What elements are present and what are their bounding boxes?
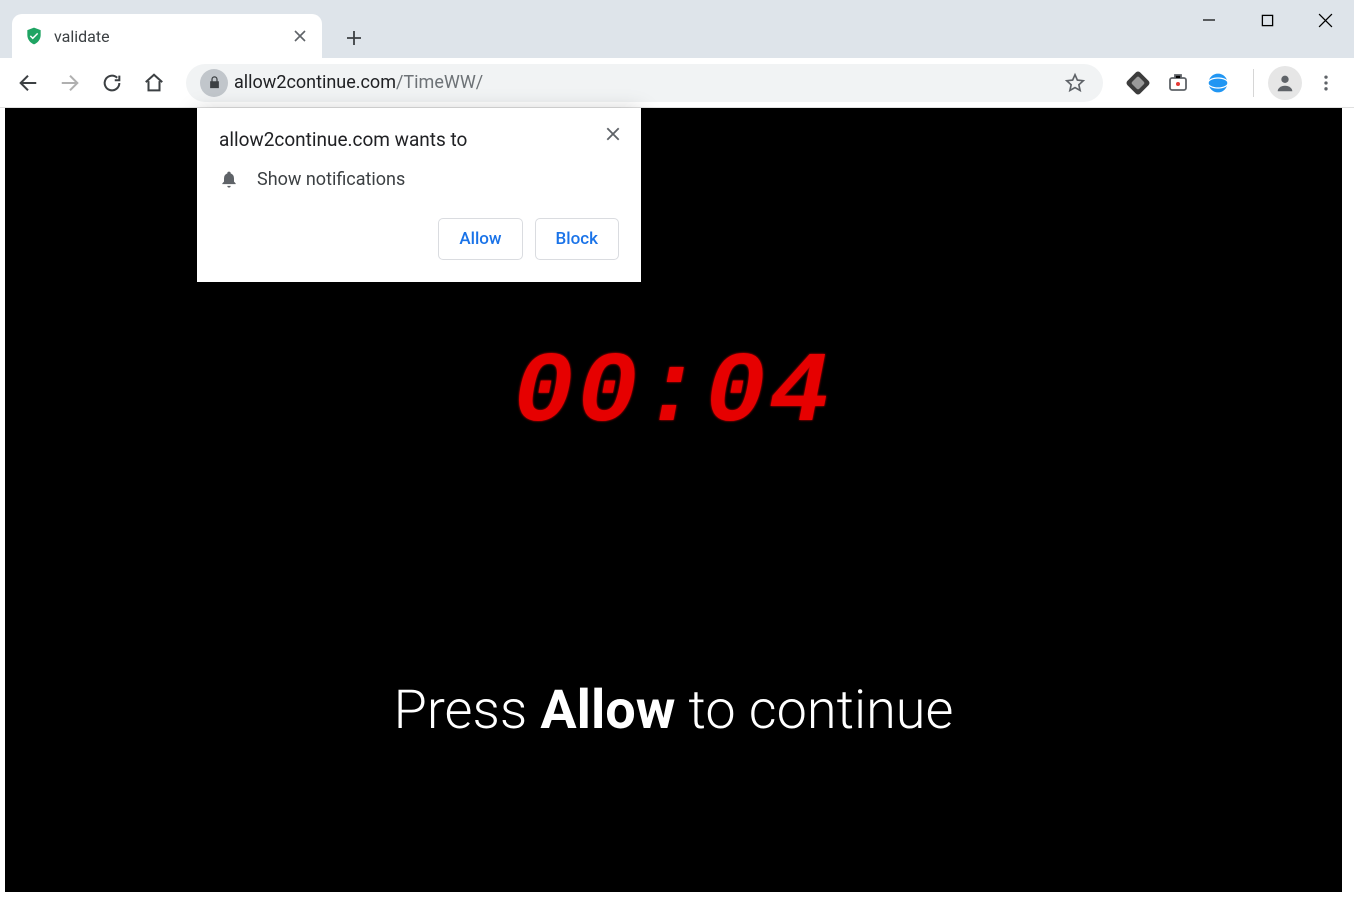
browser-tab[interactable]: validate [12,14,322,58]
kebab-menu-icon[interactable] [1308,65,1344,101]
url-domain: allow2continue.com [234,72,396,93]
msg-bold: Allow [540,679,675,742]
extension-icon-1[interactable] [1125,70,1151,96]
browser-toolbar: allow2continue.com/TimeWW/ [0,58,1354,108]
maximize-button[interactable] [1238,0,1296,40]
home-button[interactable] [136,65,172,101]
extension-icons [1117,70,1239,96]
extension-icon-3[interactable] [1205,70,1231,96]
new-tab-button[interactable] [334,18,374,58]
msg-pre: Press [394,679,541,742]
permission-item: Show notifications [219,169,619,190]
reload-button[interactable] [94,65,130,101]
window-titlebar [0,0,1354,10]
toolbar-divider [1253,69,1254,97]
window-controls [1180,0,1354,48]
extension-icon-2[interactable] [1165,70,1191,96]
msg-post: to continue [675,679,953,742]
back-button[interactable] [10,65,46,101]
block-button[interactable]: Block [535,218,619,260]
permission-actions: Allow Block [219,218,619,260]
countdown-timer: 00:04 [513,338,833,451]
close-icon[interactable] [601,122,625,146]
url-path: /TimeWW/ [396,72,483,93]
profile-avatar-icon[interactable] [1268,66,1302,100]
shield-check-icon [24,26,44,46]
allow-button[interactable]: Allow [438,218,522,260]
tab-strip: validate [0,10,1354,58]
url-text: allow2continue.com/TimeWW/ [234,72,483,93]
lock-icon[interactable] [200,69,228,97]
close-tab-icon[interactable] [290,26,310,46]
minimize-button[interactable] [1180,0,1238,40]
forward-button[interactable] [52,65,88,101]
tab-title: validate [54,27,290,46]
address-bar[interactable]: allow2continue.com/TimeWW/ [186,64,1103,102]
permission-item-text: Show notifications [257,169,405,190]
bell-icon [219,170,239,190]
permission-title: allow2continue.com wants to [219,128,619,151]
permission-popup: allow2continue.com wants to Show notific… [197,108,641,282]
close-window-button[interactable] [1296,0,1354,40]
bookmark-star-icon[interactable] [1061,69,1089,97]
press-allow-message: Press Allow to continue [5,679,1342,742]
